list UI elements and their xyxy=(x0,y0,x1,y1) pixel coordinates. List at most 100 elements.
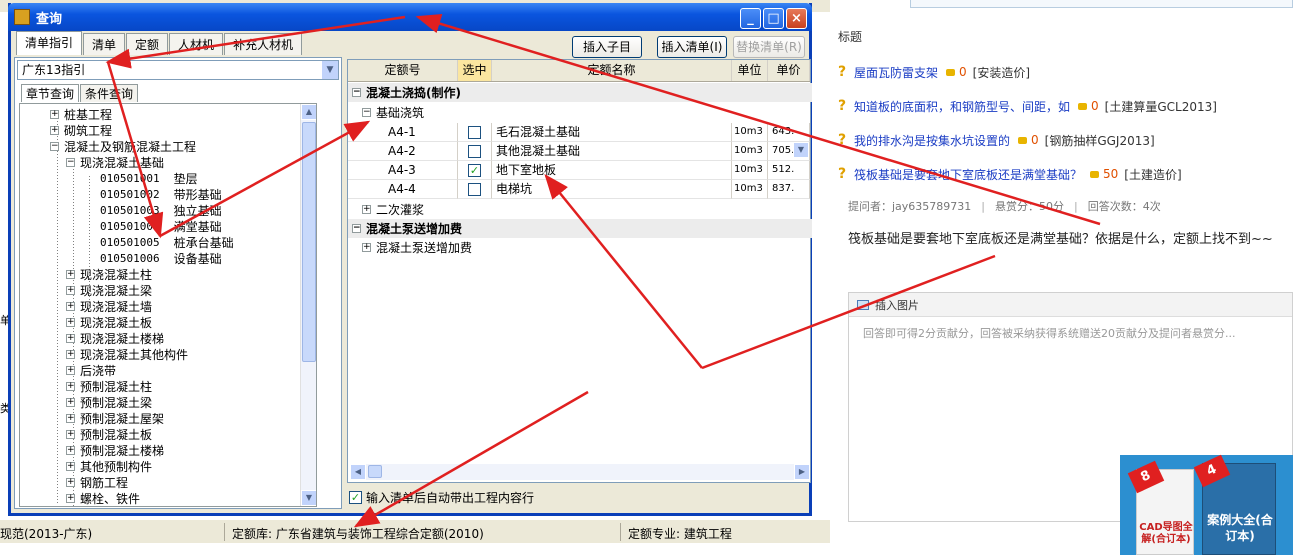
grid-scrollbar[interactable]: ▼ xyxy=(793,20,810,200)
question-link[interactable]: 我的排水沟是按集水坑设置的 xyxy=(854,132,1010,149)
answer-placeholder[interactable]: 回答即可得2分贡献分，回答被采纳获得系统赠送20贡献分及提问者悬赏分... xyxy=(849,317,1292,349)
scroll-thumb[interactable] xyxy=(302,122,316,362)
tree-node[interactable]: + 现浇混凝土柱 xyxy=(66,266,152,282)
tree-node[interactable]: − 混凝土及钢筋混凝土工程 xyxy=(50,138,196,154)
col-unit[interactable]: 单位 xyxy=(732,60,768,81)
table-row[interactable]: A4-1 毛石混凝土基础 10m3 643. xyxy=(348,123,812,142)
question-item[interactable]: ? 筏板基础是要套地下室底板还是满堂基础？ 50 [土建造价] xyxy=(838,164,1182,184)
collapse-icon[interactable]: − xyxy=(352,224,361,233)
question-link[interactable]: 屋面瓦防雷支架 xyxy=(854,64,938,81)
auto-content-checkbox[interactable]: ✓ xyxy=(349,491,362,504)
question-tag[interactable]: [安装造价] xyxy=(973,64,1030,81)
tab-chapter-search[interactable]: 章节查询 xyxy=(21,84,80,102)
expand-icon[interactable]: + xyxy=(66,413,75,423)
tree-leaf[interactable]: 010501004 满堂基础 xyxy=(100,218,222,234)
insert-child-button[interactable]: 插入子目 xyxy=(572,36,642,58)
tree-node[interactable]: + 现浇混凝土墙 xyxy=(66,298,152,314)
col-quota-name[interactable]: 定额名称 xyxy=(492,60,732,81)
expand-icon[interactable]: + xyxy=(66,349,75,359)
tree-node[interactable]: + 现浇混凝土板 xyxy=(66,314,152,330)
expand-icon[interactable]: + xyxy=(66,285,75,295)
col-selected[interactable]: 选中 xyxy=(458,60,492,81)
scroll-down-icon[interactable]: ▼ xyxy=(793,142,809,158)
tree-node[interactable]: + 预制混凝土楼梯 xyxy=(66,442,164,458)
tree-leaf[interactable]: 010501003 独立基础 xyxy=(100,202,222,218)
group-row[interactable]: − 混凝土浇捣(制作) xyxy=(348,83,812,102)
tab-extra-labor-material[interactable]: 补充人材机 xyxy=(224,33,303,55)
insert-list-button[interactable]: 插入清单(I) xyxy=(657,36,727,58)
expand-icon[interactable]: + xyxy=(66,333,75,343)
expand-icon[interactable]: + xyxy=(66,429,75,439)
ad-banner[interactable]: 8 CAD导图全解(合订本) 4 案例大全(合订本) xyxy=(1120,454,1293,555)
tree-leaf[interactable]: 010501001 垫层 xyxy=(100,170,198,186)
tab-quota[interactable]: 定额 xyxy=(126,33,169,55)
insert-image-button[interactable]: 插入图片 xyxy=(875,297,919,313)
tree-node[interactable]: + 预制混凝土梁 xyxy=(66,394,152,410)
expand-icon[interactable]: + xyxy=(362,243,371,252)
tree-leaf[interactable]: 010501002 带形基础 xyxy=(100,186,222,202)
collapse-icon[interactable]: − xyxy=(50,141,59,151)
question-tag[interactable]: [钢筋抽样GGJ2013] xyxy=(1045,132,1155,149)
tab-list-guide[interactable]: 清单指引 xyxy=(16,31,83,55)
maximize-icon[interactable]: □ xyxy=(763,8,784,29)
tree-node[interactable]: + 螺栓、铁件 xyxy=(66,490,140,506)
row-checkbox[interactable] xyxy=(468,126,481,139)
scroll-thumb[interactable] xyxy=(368,465,382,478)
question-item[interactable]: ? 屋面瓦防雷支架 0 [安装造价] xyxy=(838,62,1030,82)
collapse-icon[interactable]: − xyxy=(66,157,75,167)
expand-icon[interactable]: + xyxy=(66,381,75,391)
expand-icon[interactable]: + xyxy=(66,317,75,327)
expand-icon[interactable]: + xyxy=(66,365,75,375)
expand-icon[interactable]: + xyxy=(66,301,75,311)
tree-leaf[interactable]: 010501006 设备基础 xyxy=(100,250,222,266)
tree-leaf[interactable]: 010501005 桩承台基础 xyxy=(100,234,234,250)
expand-icon[interactable]: + xyxy=(50,109,59,119)
expand-icon[interactable]: + xyxy=(66,477,75,487)
table-row[interactable]: A4-4 电梯坑 10m3 837. xyxy=(348,180,812,199)
row-checkbox[interactable] xyxy=(468,145,481,158)
tree-node[interactable]: + 现浇混凝土梁 xyxy=(66,282,152,298)
tab-labor-material[interactable]: 人材机 xyxy=(169,33,224,55)
tree-node[interactable]: + 现浇混凝土其他构件 xyxy=(66,346,188,362)
tab-condition-search[interactable]: 条件查询 xyxy=(80,84,139,102)
tree-node[interactable]: + 桩基工程 xyxy=(50,106,112,122)
expand-icon[interactable]: + xyxy=(66,493,75,503)
scroll-right-icon[interactable]: ▶ xyxy=(794,464,810,480)
subgroup-row[interactable]: + 二次灌浆 xyxy=(348,200,812,219)
tree-node[interactable]: + 其他预制构件 xyxy=(66,458,152,474)
tree-node[interactable]: − 现浇混凝土基础 xyxy=(66,154,164,170)
group-row[interactable]: − 混凝土泵送增加费 xyxy=(348,219,812,238)
expand-icon[interactable]: + xyxy=(66,269,75,279)
dialog-titlebar[interactable]: 查询 _ □ × xyxy=(8,3,812,31)
tree-node[interactable]: + 预制混凝土屋架 xyxy=(66,410,164,426)
question-item[interactable]: ? 知道板的底面积，和钢筋型号、间距，如 0 [土建算量GCL2013] xyxy=(838,96,1217,116)
tab-list[interactable]: 清单 xyxy=(83,33,126,55)
row-checkbox-checked[interactable]: ✓ xyxy=(468,164,481,177)
expand-icon[interactable]: + xyxy=(50,125,59,135)
expand-icon[interactable]: + xyxy=(66,461,75,471)
scroll-left-icon[interactable]: ◀ xyxy=(350,464,366,480)
col-quota-code[interactable]: 定额号 xyxy=(348,60,458,81)
collapse-icon[interactable]: − xyxy=(362,108,371,117)
subgroup-row[interactable]: − 基础浇筑 xyxy=(348,103,812,122)
question-item[interactable]: ? 我的排水沟是按集水坑设置的 0 [钢筋抽样GGJ2013] xyxy=(838,130,1155,150)
row-checkbox[interactable] xyxy=(468,183,481,196)
question-tag[interactable]: [土建造价] xyxy=(1124,166,1181,183)
grid-hscrollbar[interactable]: ◀ ▶ xyxy=(350,464,810,480)
tree-node[interactable]: + 预制混凝土柱 xyxy=(66,378,152,394)
subgroup-row[interactable]: + 混凝土泵送增加费 xyxy=(348,238,812,257)
auto-content-option[interactable]: ✓ 输入清单后自动带出工程内容行 xyxy=(349,489,534,506)
ad-book-cases[interactable]: 4 案例大全(合订本) xyxy=(1193,454,1276,555)
guide-select[interactable]: 广东13指引 ▼ xyxy=(17,60,339,80)
chevron-down-icon[interactable]: ▼ xyxy=(321,61,338,79)
scroll-down-icon[interactable]: ▼ xyxy=(301,490,316,506)
tree-node[interactable]: + 砌筑工程 xyxy=(50,122,112,138)
tree-node[interactable]: + 后浇带 xyxy=(66,362,116,378)
collapse-icon[interactable]: − xyxy=(352,88,361,97)
expand-icon[interactable]: + xyxy=(66,445,75,455)
question-link[interactable]: 筏板基础是要套地下室底板还是满堂基础？ xyxy=(854,166,1082,183)
ad-book-cad[interactable]: 8 CAD导图全解(合订本) xyxy=(1127,460,1194,555)
minimize-icon[interactable]: _ xyxy=(740,8,761,29)
tree-node[interactable]: + 钢筋工程 xyxy=(66,474,128,490)
tree-node[interactable]: + 预制混凝土板 xyxy=(66,426,152,442)
